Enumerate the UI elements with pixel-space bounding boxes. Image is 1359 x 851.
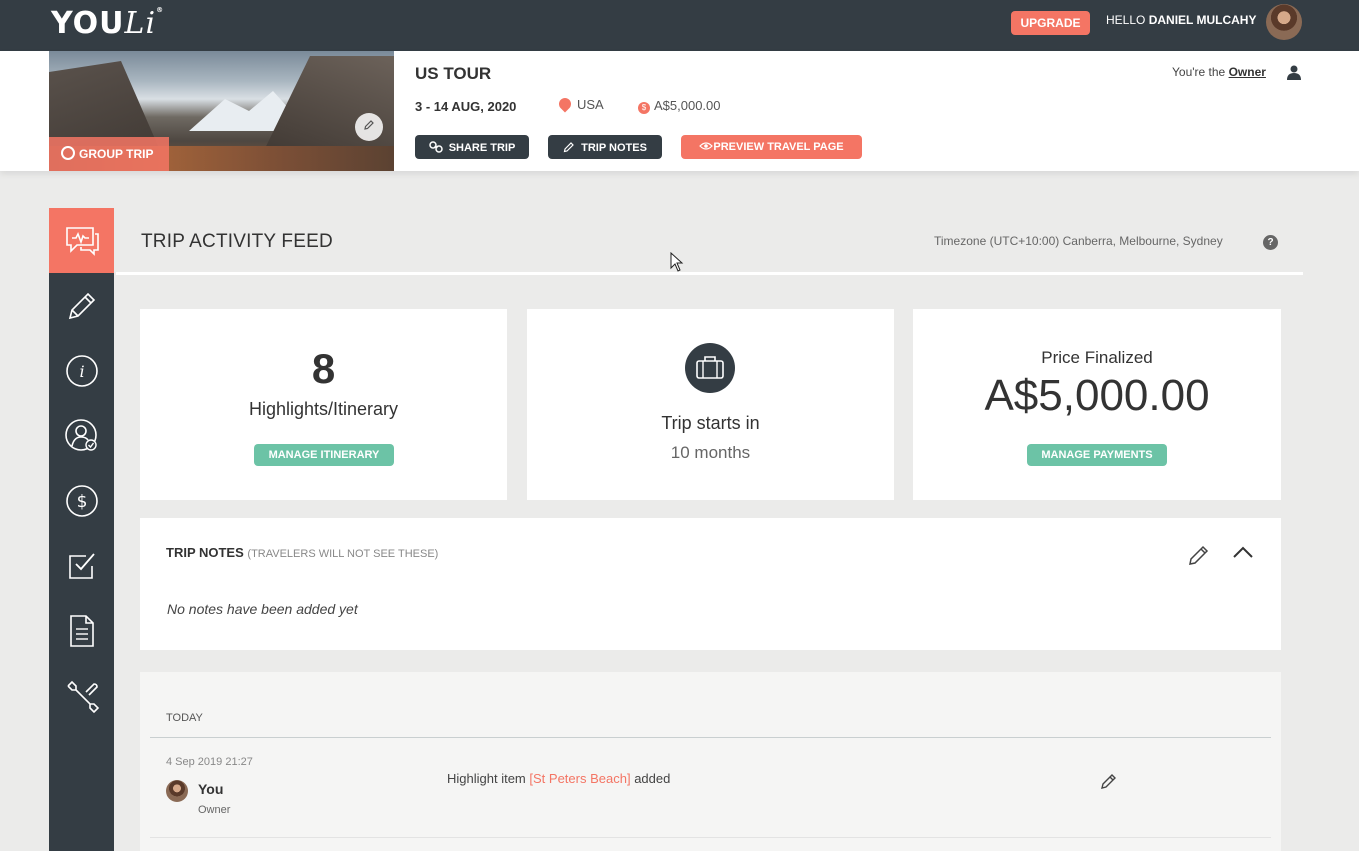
user-greeting: HELLO DANIEL MULCAHY — [1106, 13, 1257, 27]
preview-travel-page-button[interactable]: PREVIEW TRAVEL PAGE — [681, 135, 862, 159]
activity-section-label: TODAY — [166, 712, 203, 724]
trip-sidebar: i $ — [49, 208, 114, 851]
activity-feed-icon — [65, 226, 99, 256]
svg-text:$: $ — [76, 492, 87, 512]
group-trip-badge: GROUP TRIP — [49, 137, 169, 171]
owner-role-link[interactable]: Owner — [1229, 65, 1266, 79]
upgrade-button[interactable]: UPGRADE — [1011, 11, 1090, 35]
trip-location: USA — [556, 95, 604, 113]
price-value: A$5,000.00 — [984, 371, 1210, 420]
svg-text:i: i — [79, 362, 84, 381]
wrench-icon — [66, 680, 99, 713]
edit-notes-icon[interactable] — [1188, 544, 1210, 566]
divider — [150, 737, 1271, 738]
activity-user: You — [198, 781, 224, 797]
trip-title: US TOUR — [415, 64, 492, 83]
dollar-coin-icon: $ — [638, 102, 650, 114]
price-card: Price Finalized A$5,000.00 MANAGE PAYMEN… — [913, 309, 1281, 500]
pencil-icon — [68, 292, 95, 319]
notes-empty-message: No notes have been added yet — [167, 601, 358, 617]
sidebar-item-documents[interactable] — [49, 598, 114, 663]
edit-cover-button[interactable] — [355, 113, 383, 141]
highlights-card: 8 Highlights/Itinerary MANAGE ITINERARY — [140, 309, 507, 500]
pencil-icon — [563, 141, 574, 152]
sidebar-item-checklist[interactable] — [49, 533, 114, 598]
trip-header: GROUP TRIP US TOUR 3 - 14 AUG, 2020 USA … — [0, 51, 1359, 171]
activity-user-role: Owner — [198, 804, 231, 816]
sidebar-item-settings[interactable] — [49, 663, 114, 728]
info-icon: i — [65, 354, 98, 387]
divider — [150, 837, 1271, 838]
trip-starts-label: Trip starts in — [661, 413, 760, 433]
trip-notes-panel: TRIP NOTES (TRAVELERS WILL NOT SEE THESE… — [140, 518, 1281, 650]
mouse-cursor-icon — [670, 252, 684, 272]
activity-timestamp: 4 Sep 2019 21:27 — [166, 756, 253, 768]
travelers-icon — [64, 418, 97, 451]
highlights-label: Highlights/Itinerary — [248, 399, 399, 419]
activity-list: TODAY 4 Sep 2019 21:27 You Owner Highlig… — [140, 672, 1281, 851]
sidebar-item-activity-feed[interactable] — [49, 208, 114, 273]
highlights-count: 8 — [311, 345, 336, 392]
share-trip-button[interactable]: SHARE TRIP — [415, 135, 529, 159]
avatar — [166, 780, 188, 802]
sidebar-item-info[interactable]: i — [49, 338, 114, 403]
highlight-item-link[interactable]: [St Peters Beach] — [529, 771, 630, 786]
user-avatar[interactable] — [1266, 4, 1302, 40]
sidebar-item-payments[interactable]: $ — [49, 468, 114, 533]
checklist-icon — [68, 552, 95, 579]
main-content: TRIP ACTIVITY FEED Timezone (UTC+10:00) … — [116, 208, 1303, 851]
pencil-icon — [364, 120, 374, 130]
manage-payments-button[interactable]: MANAGE PAYMENTS — [1027, 444, 1167, 466]
activity-message: Highlight item [St Peters Beach] added — [447, 771, 671, 786]
trip-start-card: Trip starts in 10 months — [527, 309, 894, 500]
suitcase-icon — [685, 343, 735, 393]
trip-notes-button[interactable]: TRIP NOTES — [548, 135, 662, 159]
trip-dates: 3 - 14 AUG, 2020 — [415, 99, 517, 114]
eye-icon — [699, 142, 714, 150]
trip-price: $ A$5,000.00 — [638, 98, 721, 114]
manage-itinerary-button[interactable]: MANAGE ITINERARY — [254, 444, 394, 466]
edit-activity-icon[interactable] — [1100, 772, 1118, 790]
collapse-chevron-icon[interactable] — [1232, 545, 1254, 559]
group-icon — [61, 146, 75, 160]
help-icon[interactable]: ? — [1263, 235, 1278, 250]
timezone-label: Timezone (UTC+10:00) Canberra, Melbourne… — [934, 234, 1223, 248]
sidebar-item-travelers[interactable] — [49, 403, 114, 468]
owner-status: You're the Owner — [1172, 65, 1266, 79]
feed-header: TRIP ACTIVITY FEED Timezone (UTC+10:00) … — [116, 208, 1303, 275]
link-icon — [428, 140, 443, 153]
dollar-icon: $ — [65, 484, 98, 517]
page-title: TRIP ACTIVITY FEED — [141, 231, 333, 252]
top-navigation-bar: YOULi® UPGRADE HELLO DANIEL MULCAHY — [0, 0, 1359, 51]
youli-logo[interactable]: YOULi® — [51, 6, 164, 41]
trip-notes-title: TRIP NOTES (TRAVELERS WILL NOT SEE THESE… — [166, 545, 439, 560]
sidebar-item-edit-trip[interactable] — [49, 273, 114, 338]
location-pin-icon — [556, 95, 574, 113]
document-icon — [69, 614, 94, 647]
trip-starts-value: 10 months — [670, 443, 751, 462]
price-status-label: Price Finalized — [1041, 348, 1153, 367]
user-icon — [1287, 65, 1301, 80]
